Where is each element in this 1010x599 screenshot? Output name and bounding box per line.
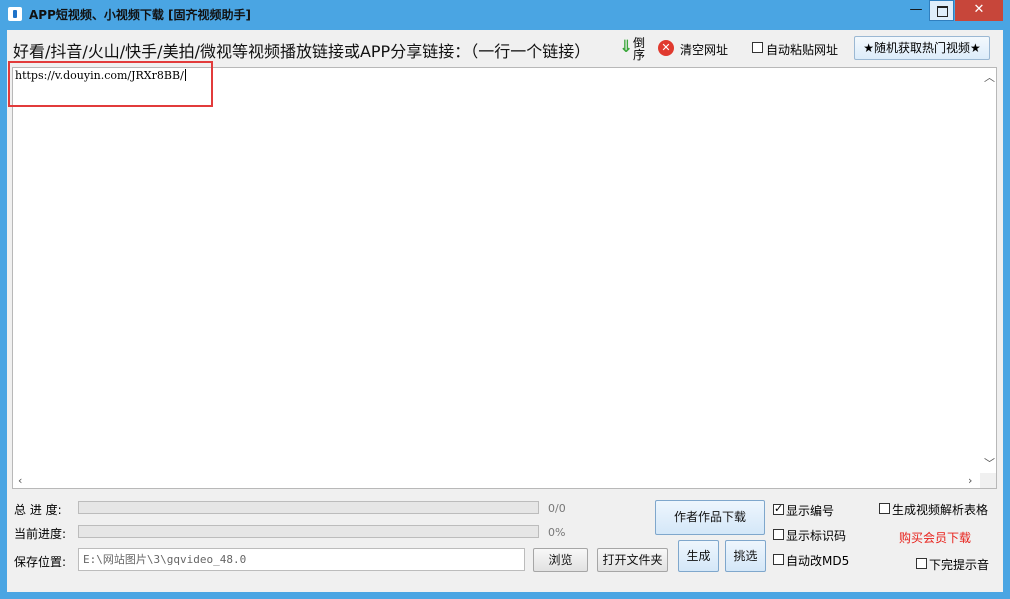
down-arrow-icon: ⇓ xyxy=(619,37,634,57)
url-textarea[interactable] xyxy=(12,67,997,489)
clear-urls-button[interactable]: 清空网址 xyxy=(680,41,728,58)
vertical-scrollbar[interactable]: ︿ ﹀ xyxy=(980,68,996,473)
maximize-button[interactable] xyxy=(929,0,954,21)
maximize-icon xyxy=(937,6,948,17)
checkmark-icon: ✓ xyxy=(774,502,784,515)
gen-table-label[interactable]: 生成视频解析表格 xyxy=(892,501,988,518)
scroll-right-icon[interactable]: › xyxy=(968,475,972,486)
total-progress-text: 0/0 xyxy=(548,502,566,515)
author-works-download-button[interactable]: 作者作品下载 xyxy=(655,500,765,535)
show-id-checkbox[interactable] xyxy=(773,529,784,540)
horizontal-scrollbar[interactable]: ‹ › xyxy=(13,473,980,488)
clear-icon[interactable]: ✕ xyxy=(658,40,674,56)
save-location-label: 保存位置: xyxy=(14,555,67,569)
generate-button[interactable]: 生成 xyxy=(678,540,719,572)
minimize-button[interactable]: — xyxy=(905,0,927,21)
show-number-checkbox[interactable]: ✓ xyxy=(773,502,784,515)
window-title: APP短视频、小视频下载 [固齐视频助手] xyxy=(29,8,252,22)
current-progress-text: 0% xyxy=(548,526,566,539)
total-progress-label: 总 进 度: xyxy=(14,503,62,517)
total-progress-bar xyxy=(78,501,539,514)
browse-button[interactable]: 浏览 xyxy=(533,548,588,572)
scroll-down-icon[interactable]: ﹀ xyxy=(984,458,995,469)
auto-paste-checkbox[interactable] xyxy=(752,42,763,53)
buy-membership-link[interactable]: 购买会员下载 xyxy=(899,529,971,546)
scrollbar-corner xyxy=(980,473,996,488)
random-hot-videos-button[interactable]: ★随机获取热门视频★ xyxy=(854,36,990,60)
auto-paste-label[interactable]: 自动粘贴网址 xyxy=(766,41,838,58)
auto-md5-checkbox[interactable] xyxy=(773,554,784,565)
close-button[interactable]: ✕ xyxy=(955,0,1003,21)
pick-button[interactable]: 挑选 xyxy=(725,540,766,572)
current-progress-bar xyxy=(78,525,539,538)
current-progress-label: 当前进度: xyxy=(14,527,67,541)
reverse-order-label: 倒序 xyxy=(633,36,646,62)
show-number-label[interactable]: 显示编号 xyxy=(786,502,834,519)
reverse-order-button[interactable]: ⇓ 倒序 xyxy=(619,37,645,61)
gen-table-checkbox[interactable] xyxy=(879,503,890,514)
done-sound-checkbox[interactable] xyxy=(916,558,927,569)
save-path-input[interactable]: E:\网站图片\3\gqvideo_48.0 xyxy=(78,548,525,571)
annotation-highlight-box xyxy=(8,61,213,107)
scroll-left-icon[interactable]: ‹ xyxy=(18,475,22,486)
scroll-up-icon[interactable]: ︿ xyxy=(984,72,995,83)
show-id-label[interactable]: 显示标识码 xyxy=(786,527,846,544)
open-folder-button[interactable]: 打开文件夹 xyxy=(597,548,668,572)
app-icon xyxy=(8,7,22,21)
auto-md5-label[interactable]: 自动改MD5 xyxy=(786,552,849,569)
done-sound-label[interactable]: 下完提示音 xyxy=(929,556,989,573)
instruction-label: 好看/抖音/火山/快手/美拍/微视等视频播放链接或APP分享链接：（一行一个链接… xyxy=(13,42,591,61)
